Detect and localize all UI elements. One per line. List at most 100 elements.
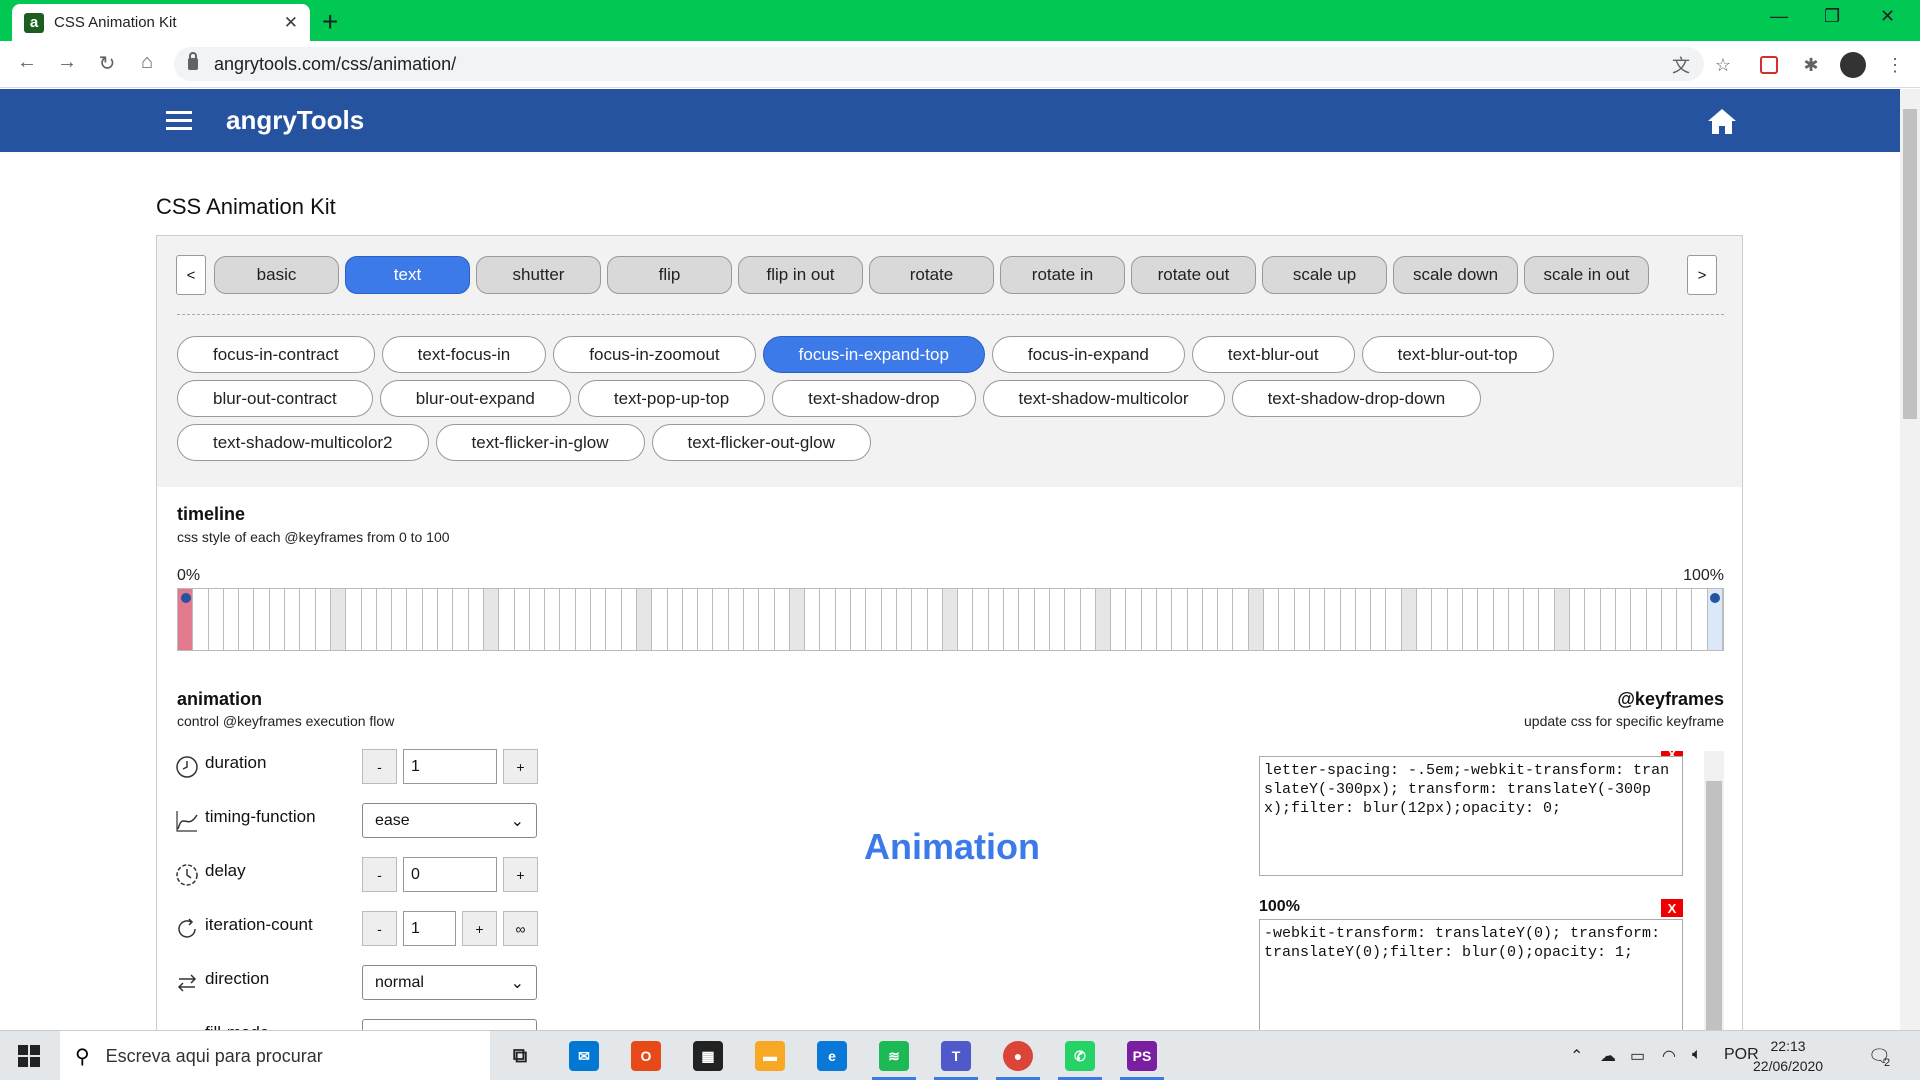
timeline-slot[interactable] <box>285 589 301 650</box>
timeline-slot[interactable] <box>1692 589 1708 650</box>
timeline-slot[interactable] <box>1601 589 1616 650</box>
timeline-slot[interactable] <box>254 589 270 650</box>
timeline-slot[interactable] <box>1585 589 1601 650</box>
duration-increment-button[interactable]: + <box>503 749 538 784</box>
timeline-slot[interactable] <box>1707 589 1723 650</box>
timeline-slot[interactable] <box>330 589 347 650</box>
keyframe-timeline[interactable] <box>177 588 1724 651</box>
iteration-count-input[interactable]: 1 <box>403 911 456 946</box>
wifi-icon[interactable]: ◠ <box>1662 1046 1676 1066</box>
phpstorm-app-icon[interactable]: PS <box>1116 1037 1168 1080</box>
file-explorer-icon[interactable]: ▬ <box>744 1037 796 1075</box>
timeline-slot[interactable] <box>316 589 331 650</box>
timeline-slot[interactable] <box>973 589 989 650</box>
timeline-slot[interactable] <box>1570 589 1586 650</box>
timeline-slot[interactable] <box>698 589 714 650</box>
timeline-slot[interactable] <box>1448 589 1463 650</box>
timeline-slot[interactable] <box>438 589 454 650</box>
volume-icon[interactable]: 🔈︎ <box>1692 1046 1702 1064</box>
timeline-slot[interactable] <box>1386 589 1402 650</box>
timeline-slot[interactable] <box>239 589 255 650</box>
timing-function-select[interactable]: ease ⌄ <box>362 803 537 838</box>
office-app-icon[interactable]: O <box>620 1037 672 1075</box>
browser-tab[interactable]: a CSS Animation Kit ✕ <box>12 4 310 41</box>
category-tab-text[interactable]: text <box>345 256 470 294</box>
delay-increment-button[interactable]: + <box>503 857 538 892</box>
category-tab-flip-in-out[interactable]: flip in out <box>738 256 863 294</box>
delay-decrement-button[interactable]: - <box>362 857 397 892</box>
extensions-puzzle-icon[interactable]: ✱ <box>1800 54 1822 76</box>
timeline-slot[interactable] <box>377 589 393 650</box>
timeline-slot[interactable] <box>606 589 622 650</box>
timeline-slot[interactable] <box>1050 589 1066 650</box>
timeline-slot[interactable] <box>392 589 408 650</box>
timeline-slot[interactable] <box>713 589 729 650</box>
delete-keyframe-100-button[interactable]: X <box>1661 899 1683 917</box>
timeline-slot[interactable] <box>1157 589 1173 650</box>
duration-input[interactable]: 1 <box>403 749 497 784</box>
animation-option-text-shadow-drop-down[interactable]: text-shadow-drop-down <box>1231 380 1482 417</box>
timeline-slot[interactable] <box>193 589 209 650</box>
timeline-slot[interactable] <box>928 589 943 650</box>
timeline-slot[interactable] <box>1371 589 1387 650</box>
category-tab-shutter[interactable]: shutter <box>476 256 601 294</box>
tab-close-icon[interactable]: ✕ <box>284 13 298 33</box>
timeline-slot[interactable] <box>1264 589 1280 650</box>
restore-button[interactable]: ❐ <box>1824 6 1840 27</box>
spotify-app-icon[interactable]: ≋ <box>868 1037 920 1080</box>
edge-browser-icon[interactable]: e <box>806 1037 858 1075</box>
timeline-slot[interactable] <box>897 589 913 650</box>
keyframe-marker[interactable] <box>1710 593 1721 603</box>
timeline-slot[interactable] <box>545 589 561 650</box>
timeline-slot[interactable] <box>820 589 836 650</box>
category-tab-rotate-in[interactable]: rotate in <box>1000 256 1125 294</box>
timeline-slot[interactable] <box>1463 589 1479 650</box>
direction-select[interactable]: normal ⌄ <box>362 965 537 1000</box>
timeline-slot[interactable] <box>636 589 653 650</box>
timeline-slot[interactable] <box>300 589 316 650</box>
timeline-slot[interactable] <box>1248 589 1265 650</box>
timeline-slot[interactable] <box>1111 589 1127 650</box>
menu-dots-icon[interactable]: ⋮ <box>1884 54 1906 76</box>
forward-icon[interactable]: → <box>54 51 80 74</box>
timeline-slot[interactable] <box>1126 589 1142 650</box>
timeline-slot[interactable] <box>882 589 897 650</box>
battery-icon[interactable]: ▭ <box>1630 1046 1645 1066</box>
timeline-slot[interactable] <box>453 589 469 650</box>
timeline-slot[interactable] <box>1509 589 1525 650</box>
timeline-slot[interactable] <box>1035 589 1050 650</box>
timeline-slot[interactable] <box>1524 589 1540 650</box>
timeline-slot[interactable] <box>1004 589 1020 650</box>
timeline-slot[interactable] <box>836 589 852 650</box>
timeline-slot[interactable] <box>423 589 439 650</box>
timeline-slot[interactable] <box>1019 589 1035 650</box>
timeline-slot[interactable] <box>407 589 423 650</box>
timeline-slot[interactable] <box>1218 589 1234 650</box>
animation-option-blur-out-contract[interactable]: blur-out-contract <box>177 380 373 417</box>
page-scrollbar[interactable] <box>1900 89 1920 1030</box>
keyframe-0-css-textarea[interactable]: letter-spacing: -.5em;-webkit-transform:… <box>1259 756 1683 876</box>
timeline-slot[interactable] <box>1647 589 1662 650</box>
category-tab-scale-up[interactable]: scale up <box>1262 256 1387 294</box>
pocket-extension-icon[interactable] <box>1760 56 1778 74</box>
timeline-slot[interactable] <box>499 589 515 650</box>
page-scrollbar-thumb[interactable] <box>1903 109 1917 419</box>
animation-option-text-shadow-multicolor[interactable]: text-shadow-multicolor <box>982 380 1225 417</box>
windows-start-icon[interactable] <box>18 1045 40 1067</box>
timeline-slot[interactable] <box>591 589 607 650</box>
timeline-slot[interactable] <box>469 589 484 650</box>
timeline-slot[interactable] <box>744 589 760 650</box>
category-tab-rotate-out[interactable]: rotate out <box>1131 256 1256 294</box>
timeline-slot[interactable] <box>1616 589 1632 650</box>
animation-option-text-focus-in[interactable]: text-focus-in <box>381 336 547 373</box>
timeline-slot[interactable] <box>1325 589 1341 650</box>
timeline-slot[interactable] <box>958 589 974 650</box>
iteration-infinite-button[interactable]: ∞ <box>503 911 538 946</box>
tray-chevron-up-icon[interactable]: ⌃ <box>1570 1046 1583 1066</box>
timeline-slot[interactable] <box>805 589 821 650</box>
task-view-icon[interactable]: ⧉ <box>494 1037 546 1075</box>
animation-option-focus-in-expand[interactable]: focus-in-expand <box>991 336 1185 373</box>
timeline-slot[interactable] <box>530 589 546 650</box>
timeline-slot[interactable] <box>576 589 592 650</box>
reload-icon[interactable]: ↻ <box>94 51 120 76</box>
